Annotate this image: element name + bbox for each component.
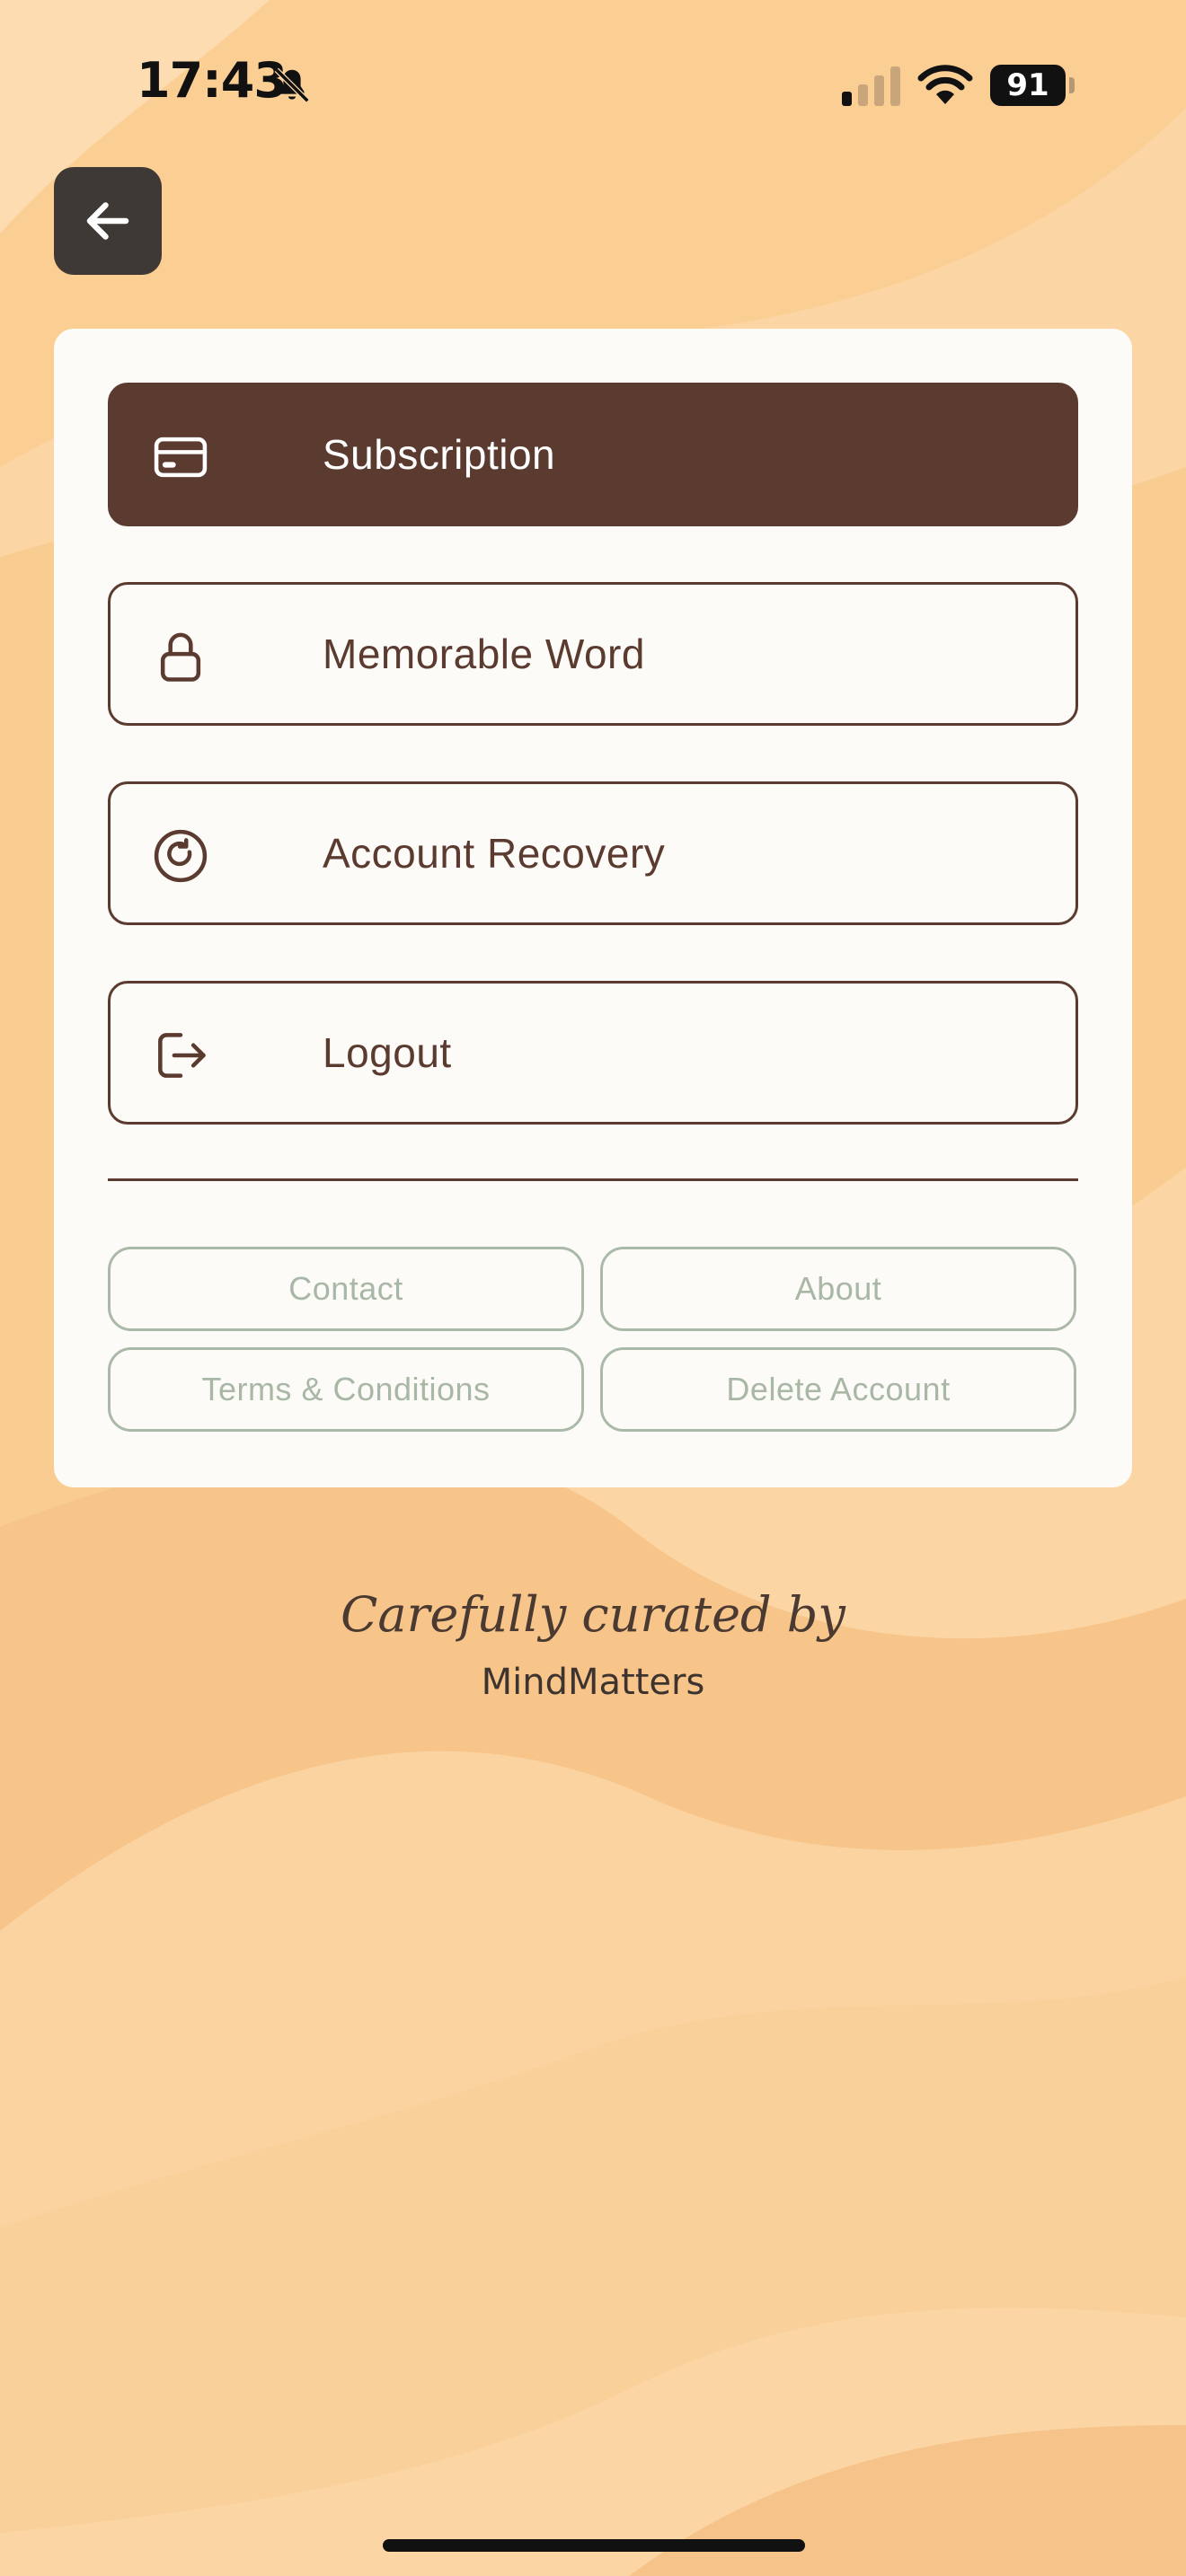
account-recovery-button[interactable]: Account Recovery <box>108 781 1078 925</box>
credit-card-icon <box>154 437 208 478</box>
account-recovery-label: Account Recovery <box>323 830 666 877</box>
back-button[interactable] <box>54 167 162 275</box>
logout-icon <box>158 1033 206 1078</box>
terms-button[interactable]: Terms & Conditions <box>108 1347 584 1432</box>
memorable-word-label: Memorable Word <box>323 631 645 677</box>
footer-brand: MindMatters <box>481 1662 705 1703</box>
settings-card: Subscription Memorable Word Account Reco… <box>54 329 1132 1487</box>
lock-icon <box>160 632 201 682</box>
home-indicator <box>383 2539 805 2552</box>
contact-button[interactable]: Contact <box>108 1247 584 1331</box>
divider <box>108 1178 1078 1181</box>
battery-tip <box>1069 77 1075 93</box>
logout-button[interactable]: Logout <box>108 981 1078 1125</box>
status-bar: 17:43 91 <box>0 0 1186 171</box>
subscription-button[interactable]: Subscription <box>108 383 1078 526</box>
delete-account-button[interactable]: Delete Account <box>600 1347 1076 1432</box>
cellular-signal-icon <box>842 66 900 106</box>
subscription-label: Subscription <box>323 431 556 478</box>
footer-tagline: Carefully curated by <box>341 1586 845 1643</box>
bell-slash-icon <box>274 67 310 103</box>
battery-level: 91 <box>990 65 1066 106</box>
wifi-icon <box>917 65 973 104</box>
status-time: 17:43 <box>137 52 288 109</box>
memorable-word-button[interactable]: Memorable Word <box>108 582 1078 726</box>
logout-label: Logout <box>323 1029 452 1076</box>
refresh-circle-icon <box>154 829 208 883</box>
battery-icon: 91 <box>990 65 1075 106</box>
about-button[interactable]: About <box>600 1247 1076 1331</box>
arrow-left-icon <box>86 202 129 240</box>
